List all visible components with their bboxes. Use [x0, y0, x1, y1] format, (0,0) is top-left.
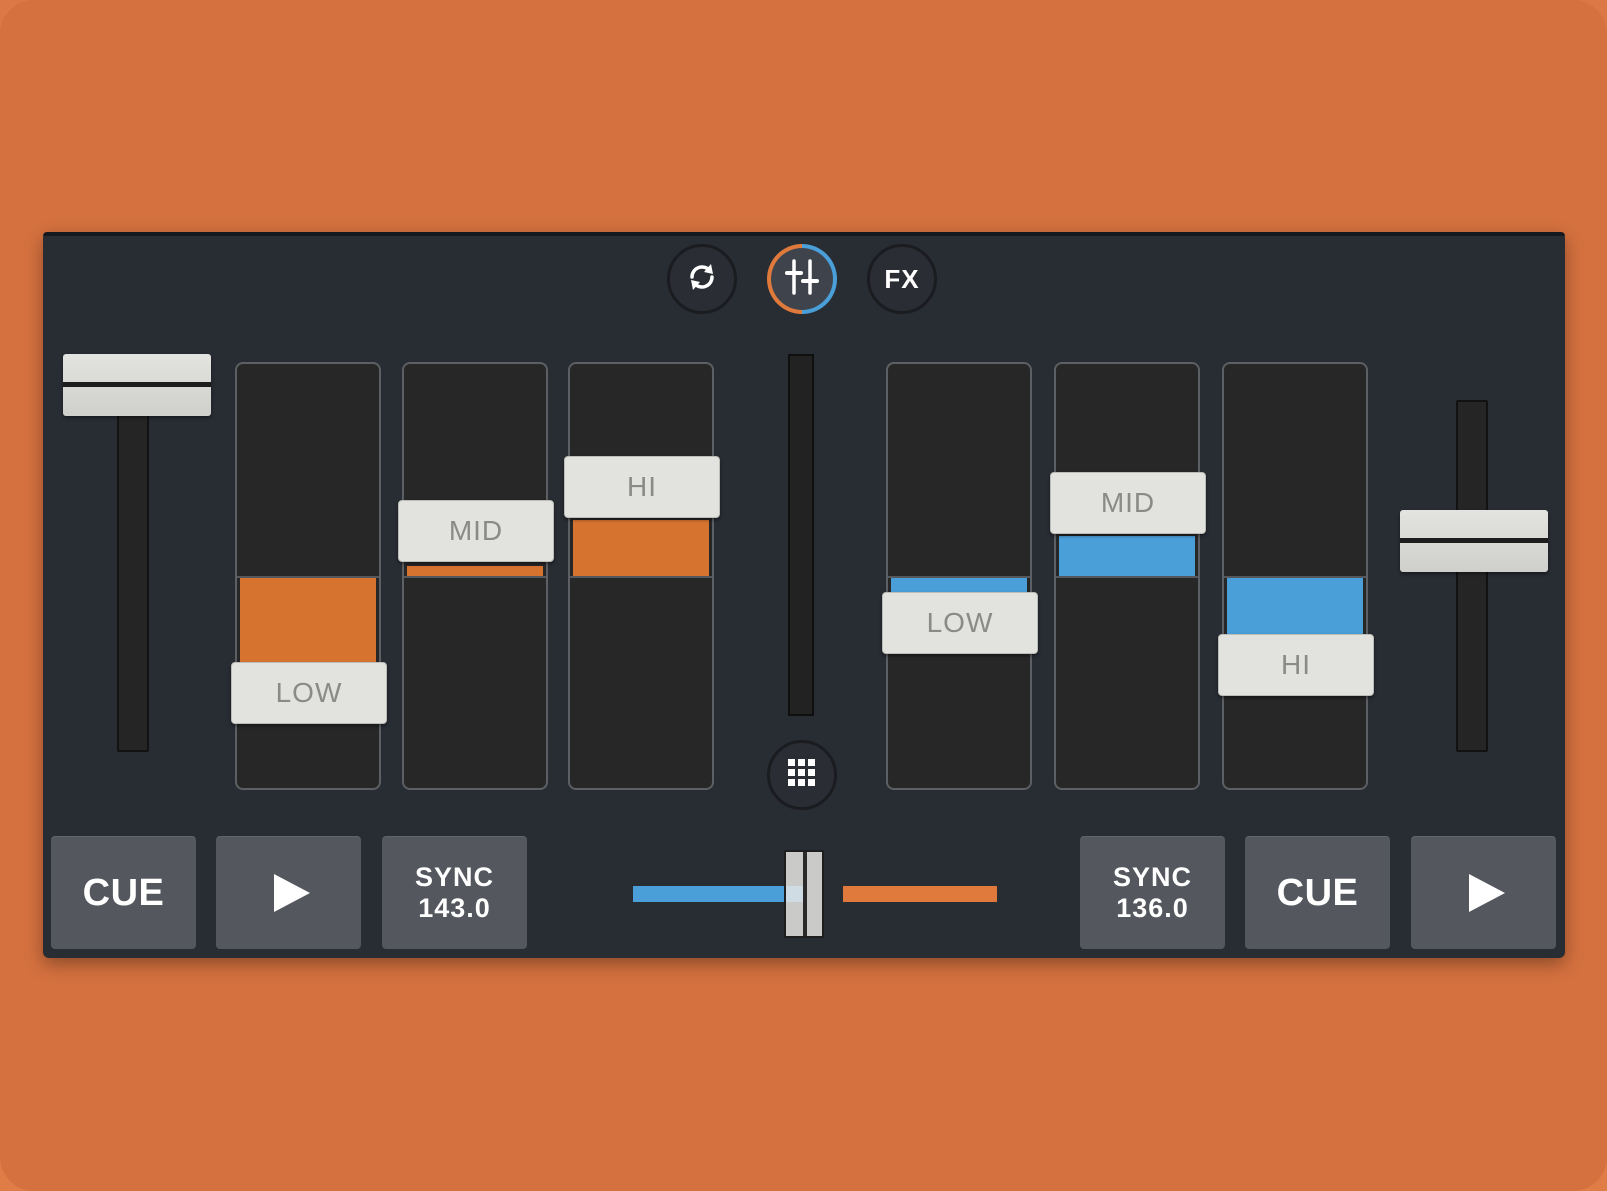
deck-b-cue-button[interactable]: CUE	[1245, 836, 1390, 949]
deck-b-hi-fill	[1227, 578, 1363, 634]
deck-b-low-knob[interactable]: LOW	[882, 592, 1038, 654]
deck-a-play-button[interactable]	[216, 836, 361, 949]
crossfader-knob[interactable]	[784, 850, 824, 938]
deck-b-sync-label: SYNC	[1112, 862, 1192, 892]
deck-b-eq-mid[interactable]: MID	[1050, 362, 1206, 790]
deck-b-mid-knob[interactable]: MID	[1050, 472, 1206, 534]
fader-cap-line	[1400, 538, 1548, 543]
deck-b-volume-fader[interactable]	[1400, 510, 1548, 572]
grid-icon	[787, 758, 817, 793]
deck-a-low-knob[interactable]: LOW	[231, 662, 387, 724]
deck-b-play-button[interactable]	[1411, 836, 1556, 949]
crossfader-deck-a-side[interactable]	[633, 886, 805, 902]
panel-top-edge	[43, 232, 1565, 236]
deck-a-sync-label: SYNC	[414, 862, 494, 892]
deck-a-mid-fill	[407, 566, 543, 576]
fx-button[interactable]: FX	[867, 244, 937, 314]
deck-a-hi-fill	[573, 520, 709, 576]
mixer-panel: FX LOW MID HI LOW MID HI CUE SYNC 143.0 …	[43, 232, 1565, 958]
level-meter	[788, 354, 814, 716]
eq-center-line	[570, 576, 712, 578]
sliders-icon	[784, 257, 820, 302]
deck-b-sync-button[interactable]: SYNC 136.0	[1080, 836, 1225, 949]
deck-a-mid-knob[interactable]: MID	[398, 500, 554, 562]
play-icon	[273, 874, 310, 912]
deck-a-eq-low[interactable]: LOW	[231, 362, 387, 790]
eq-center-line	[1056, 576, 1198, 578]
deck-b-mid-fill	[1059, 536, 1195, 576]
eq-center-line	[404, 576, 546, 578]
deck-a-bpm: 143.0	[418, 893, 491, 923]
deck-a-eq-mid[interactable]: MID	[398, 362, 554, 790]
deck-a-sync-button[interactable]: SYNC 143.0	[382, 836, 527, 949]
deck-b-low-fill	[891, 578, 1027, 592]
deck-a-volume-track[interactable]	[117, 394, 149, 752]
deck-b-eq-low[interactable]: LOW	[882, 362, 1038, 790]
crossfader-knob-line	[803, 852, 807, 936]
deck-b-bpm: 136.0	[1116, 893, 1189, 923]
fx-label: FX	[884, 263, 920, 294]
deck-a-volume-fader[interactable]	[63, 354, 211, 416]
deck-a-cue-button[interactable]: CUE	[51, 836, 196, 949]
deck-a-hi-knob[interactable]: HI	[564, 456, 720, 518]
refresh-icon	[684, 259, 720, 300]
mixer-button[interactable]	[767, 244, 837, 314]
deck-b-eq-hi[interactable]: HI	[1218, 362, 1374, 790]
app-background: FX LOW MID HI LOW MID HI CUE SYNC 143.0 …	[0, 0, 1607, 1191]
grid-button[interactable]	[767, 740, 837, 810]
deck-b-volume-track[interactable]	[1456, 400, 1488, 752]
play-icon	[1468, 874, 1505, 912]
crossfader-deck-b-side[interactable]	[843, 886, 997, 902]
deck-b-hi-knob[interactable]: HI	[1218, 634, 1374, 696]
deck-a-low-fill	[240, 578, 376, 662]
fader-cap-line	[63, 382, 211, 387]
loop-button[interactable]	[667, 244, 737, 314]
deck-a-eq-hi[interactable]: HI	[564, 362, 720, 790]
deck-a-cue-label: CUE	[82, 871, 165, 914]
deck-b-cue-label: CUE	[1276, 871, 1359, 914]
